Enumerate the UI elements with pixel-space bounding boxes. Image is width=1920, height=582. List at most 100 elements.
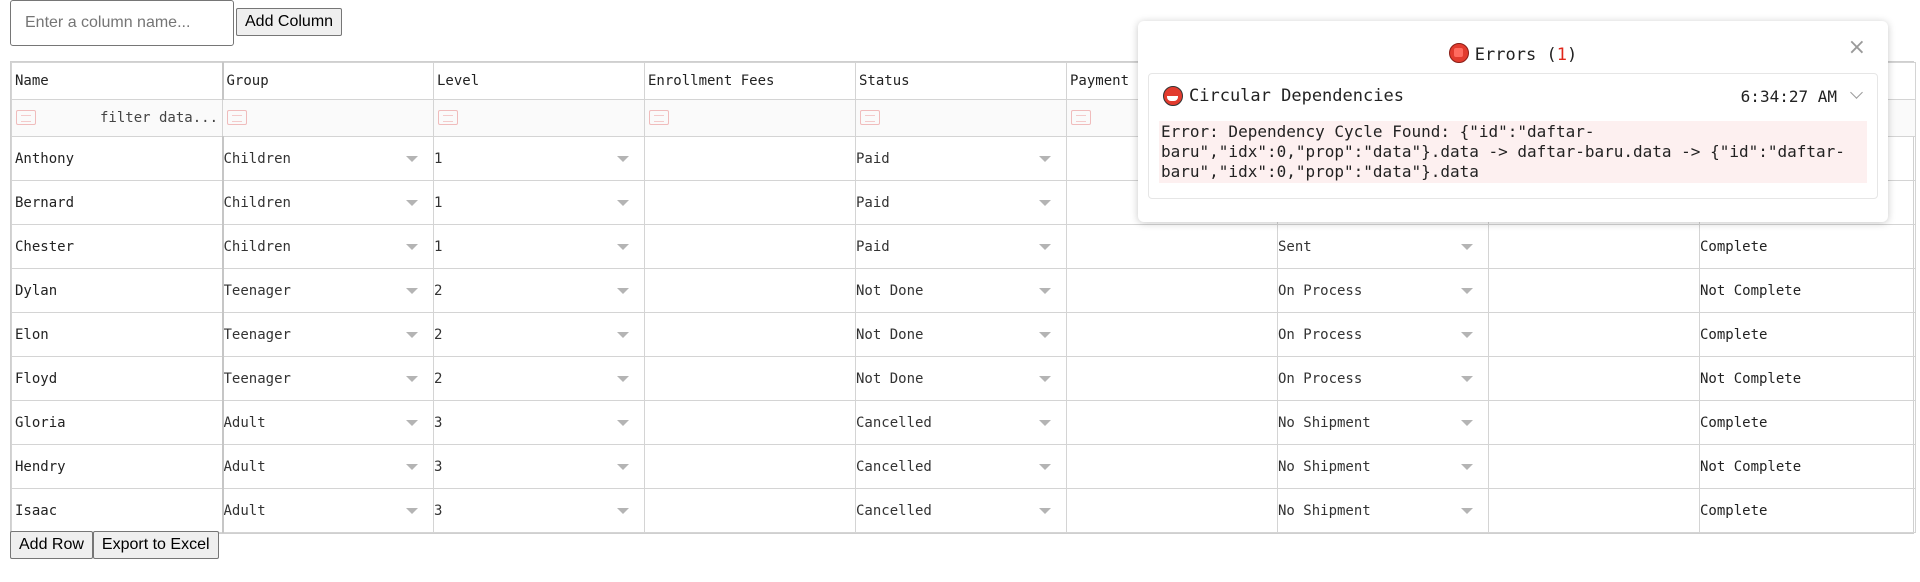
column-header-enrollment-fees[interactable]: Enrollment Fees [644, 62, 856, 100]
cell-payment[interactable] [1066, 444, 1278, 489]
cell-status-select[interactable]: Paid [855, 224, 1067, 269]
caret-down-icon[interactable] [617, 156, 629, 162]
caret-down-icon[interactable] [617, 244, 629, 250]
cell-extra[interactable] [1488, 400, 1700, 445]
cell-level-select[interactable]: 1 [433, 224, 645, 269]
cell-group-select[interactable]: Children [222, 224, 434, 269]
cell-extra[interactable] [1488, 268, 1700, 313]
caret-down-icon[interactable] [1039, 156, 1051, 162]
cell-group-select[interactable]: Adult [222, 488, 434, 533]
filter-cell-group[interactable] [222, 99, 434, 137]
cell-payment[interactable] [1066, 400, 1278, 445]
cell-name[interactable]: Hendry [11, 444, 224, 489]
add-column-button[interactable]: Add Column [236, 8, 343, 36]
cell-status-select[interactable]: Cancelled [855, 400, 1067, 445]
cell-name[interactable]: Elon [11, 312, 224, 357]
cell-shipment-select[interactable]: On Process [1277, 312, 1489, 357]
caret-down-icon[interactable] [1461, 332, 1473, 338]
cell-name[interactable]: Isaac [11, 488, 224, 533]
cell-enrollment-fees[interactable] [644, 444, 856, 489]
caret-down-icon[interactable] [406, 464, 418, 470]
cell-status-select[interactable]: Cancelled [855, 444, 1067, 489]
filter-cell-enrollment-fees[interactable] [644, 99, 856, 137]
chevron-down-icon[interactable] [1850, 86, 1863, 99]
caret-down-icon[interactable] [1039, 332, 1051, 338]
cell-level-select[interactable]: 2 [433, 268, 645, 313]
column-header-status[interactable]: Status [855, 62, 1067, 100]
cell-enrollment-fees[interactable] [644, 356, 856, 401]
caret-down-icon[interactable] [1461, 464, 1473, 470]
cell-name[interactable]: Dylan [11, 268, 224, 313]
cell-group-select[interactable]: Teenager [222, 312, 434, 357]
caret-down-icon[interactable] [406, 376, 418, 382]
caret-down-icon[interactable] [406, 508, 418, 514]
cell-group-select[interactable]: Adult [222, 444, 434, 489]
cell-name[interactable]: Anthony [11, 136, 224, 181]
cell-level-select[interactable]: 2 [433, 312, 645, 357]
caret-down-icon[interactable] [406, 244, 418, 250]
caret-down-icon[interactable] [1461, 244, 1473, 250]
cell-level-select[interactable]: 1 [433, 180, 645, 225]
cell-level-select[interactable]: 2 [433, 356, 645, 401]
cell-shipment-select[interactable]: No Shipment [1277, 400, 1489, 445]
caret-down-icon[interactable] [406, 200, 418, 206]
cell-status-select[interactable]: Not Done [855, 312, 1067, 357]
cell-status-select[interactable]: Paid [855, 136, 1067, 181]
caret-down-icon[interactable] [1039, 420, 1051, 426]
cell-result[interactable]: Complete [1699, 224, 1916, 269]
caret-down-icon[interactable] [1039, 464, 1051, 470]
cell-enrollment-fees[interactable] [644, 180, 856, 225]
cell-group-select[interactable]: Children [222, 136, 434, 181]
cell-payment[interactable] [1066, 356, 1278, 401]
close-icon[interactable]: × [1848, 35, 1866, 60]
cell-extra[interactable] [1488, 224, 1700, 269]
cell-status-select[interactable]: Not Done [855, 268, 1067, 313]
caret-down-icon[interactable] [1039, 376, 1051, 382]
cell-result[interactable]: Not Complete [1699, 356, 1916, 401]
caret-down-icon[interactable] [1461, 288, 1473, 294]
filter-cell-status[interactable] [855, 99, 1067, 137]
caret-down-icon[interactable] [406, 288, 418, 294]
add-row-button[interactable]: Add Row [10, 531, 93, 559]
cell-level-select[interactable]: 3 [433, 444, 645, 489]
cell-status-select[interactable]: Cancelled [855, 488, 1067, 533]
caret-down-icon[interactable] [617, 420, 629, 426]
caret-down-icon[interactable] [1461, 376, 1473, 382]
cell-extra[interactable] [1488, 488, 1700, 533]
column-header-group[interactable]: Group [222, 62, 434, 100]
cell-level-select[interactable]: 1 [433, 136, 645, 181]
cell-name[interactable]: Bernard [11, 180, 224, 225]
cell-extra[interactable] [1488, 312, 1700, 357]
cell-result[interactable]: Complete [1699, 488, 1916, 533]
cell-payment[interactable] [1066, 312, 1278, 357]
cell-enrollment-fees[interactable] [644, 400, 856, 445]
caret-down-icon[interactable] [1039, 244, 1051, 250]
caret-down-icon[interactable] [406, 420, 418, 426]
column-header-name[interactable]: Name [11, 62, 224, 100]
cell-enrollment-fees[interactable] [644, 224, 856, 269]
cell-result[interactable]: Not Complete [1699, 444, 1916, 489]
cell-group-select[interactable]: Teenager [222, 268, 434, 313]
cell-payment[interactable] [1066, 268, 1278, 313]
cell-shipment-select[interactable]: On Process [1277, 356, 1489, 401]
cell-group-select[interactable]: Adult [222, 400, 434, 445]
cell-name[interactable]: Gloria [11, 400, 224, 445]
caret-down-icon[interactable] [617, 376, 629, 382]
caret-down-icon[interactable] [1039, 200, 1051, 206]
caret-down-icon[interactable] [406, 332, 418, 338]
cell-group-select[interactable]: Children [222, 180, 434, 225]
column-name-input[interactable] [10, 0, 234, 46]
filter-cell-name[interactable]: filter data... [11, 99, 223, 137]
cell-shipment-select[interactable]: On Process [1277, 268, 1489, 313]
cell-level-select[interactable]: 3 [433, 400, 645, 445]
cell-group-select[interactable]: Teenager [222, 356, 434, 401]
cell-extra[interactable] [1488, 444, 1700, 489]
cell-enrollment-fees[interactable] [644, 136, 856, 181]
cell-payment[interactable] [1066, 224, 1278, 269]
cell-name[interactable]: Floyd [11, 356, 224, 401]
cell-status-select[interactable]: Not Done [855, 356, 1067, 401]
cell-shipment-select[interactable]: No Shipment [1277, 488, 1489, 533]
cell-enrollment-fees[interactable] [644, 488, 856, 533]
caret-down-icon[interactable] [617, 508, 629, 514]
error-item[interactable]: Circular Dependencies 6:34:27 AM Error: … [1148, 73, 1878, 199]
